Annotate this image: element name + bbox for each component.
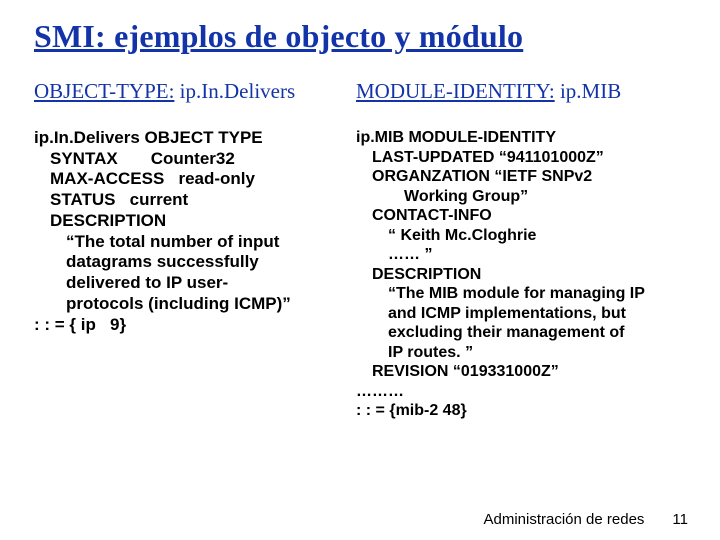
page-title: SMI: ejemplos de objecto y módulo (34, 18, 692, 55)
slide: SMI: ejemplos de objecto y módulo OBJECT… (0, 0, 720, 540)
right-subhead-value: ip.MIB (555, 79, 622, 103)
left-subhead-label: OBJECT-TYPE: (34, 79, 174, 103)
left-subhead: OBJECT-TYPE: ip.In.Delivers (34, 79, 338, 104)
column-right: MODULE-IDENTITY: ip.MIB ip.MIB MODULE-ID… (356, 79, 692, 421)
footer-label: Administración de redes (484, 511, 645, 528)
left-body: ip.In.Delivers OBJECT TYPESYNTAX Counter… (34, 128, 338, 335)
footer: Administración de redes 11 (484, 511, 689, 528)
right-subhead-label: MODULE-IDENTITY: (356, 79, 555, 103)
right-subhead: MODULE-IDENTITY: ip.MIB (356, 79, 692, 104)
columns: OBJECT-TYPE: ip.In.Delivers ip.In.Delive… (34, 79, 692, 421)
footer-page-number: 11 (672, 511, 688, 528)
left-subhead-value: ip.In.Delivers (174, 79, 295, 103)
right-body: ip.MIB MODULE-IDENTITYLAST-UPDATED “9411… (356, 128, 692, 421)
column-left: OBJECT-TYPE: ip.In.Delivers ip.In.Delive… (34, 79, 338, 421)
